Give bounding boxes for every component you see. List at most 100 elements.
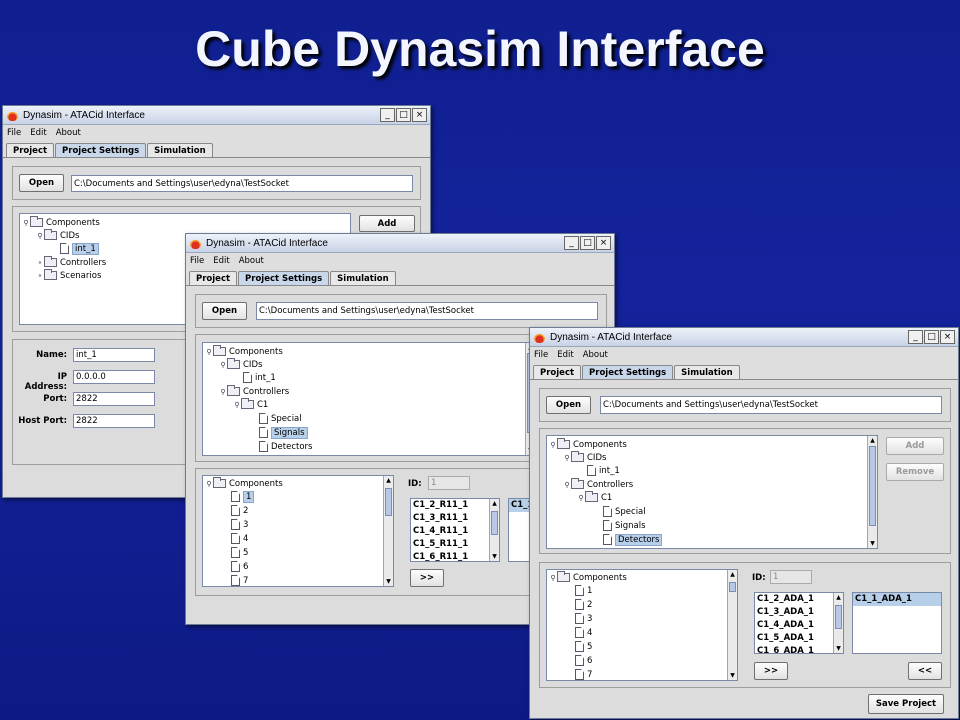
tree-node-controllers[interactable]: ⚲ Controllers <box>219 385 289 398</box>
add-button[interactable]: Add <box>359 215 415 232</box>
scroll-up-icon[interactable]: ▲ <box>868 436 877 445</box>
scroll-up-icon[interactable]: ▲ <box>728 570 737 579</box>
open-button[interactable]: Open <box>202 302 247 320</box>
tree-node-cids[interactable]: ⚲ CIDs <box>219 358 262 371</box>
list-item[interactable]: C1_2_ADA_1 <box>755 593 843 606</box>
tree-node-detectors[interactable]: Detectors <box>603 533 663 546</box>
component-node-1[interactable]: 1 <box>575 584 592 597</box>
tab-project-settings[interactable]: Project Settings <box>238 271 330 285</box>
scroll-down-icon[interactable]: ▼ <box>490 552 499 561</box>
expanded-toggle-icon[interactable]: ⚲ <box>563 454 571 462</box>
host-port-field[interactable]: 2822 <box>73 414 155 428</box>
tree-node-scenarios[interactable]: ⚬ Scenarios <box>36 269 101 282</box>
titlebar[interactable]: Dynasim - ATACid Interface _ □ × <box>186 234 614 253</box>
ip-address-field[interactable]: 0.0.0.0 <box>73 370 155 384</box>
list-scrollbar[interactable]: ▲ ▼ <box>489 499 499 561</box>
minimize-button[interactable]: _ <box>380 108 395 122</box>
scroll-thumb[interactable] <box>491 511 498 535</box>
expanded-toggle-icon[interactable]: ⚲ <box>233 401 241 409</box>
menu-edit[interactable]: Edit <box>213 256 229 266</box>
list-item[interactable]: C1_4_R11_1 <box>411 525 499 538</box>
save-project-button[interactable]: Save Project <box>868 694 944 714</box>
tree-node-c1[interactable]: ⚲ C1 <box>233 398 268 411</box>
maximize-button[interactable]: □ <box>396 108 411 122</box>
component-node-6[interactable]: 6 <box>575 654 592 667</box>
project-path-field[interactable]: C:\Documents and Settings\user\edyna\Tes… <box>71 175 413 192</box>
component-node-4[interactable]: 4 <box>575 626 592 639</box>
tree-node-components[interactable]: ⚲ Components <box>549 571 627 584</box>
expanded-toggle-icon[interactable]: ⚲ <box>219 361 227 369</box>
menu-about[interactable]: About <box>56 128 81 138</box>
open-button[interactable]: Open <box>546 396 591 414</box>
scroll-up-icon[interactable]: ▲ <box>490 499 499 508</box>
list-item[interactable]: C1_5_ADA_1 <box>755 632 843 645</box>
components-list-tree[interactable]: ⚲ Components 1 2 3 4 5 6 7 ▲ ▼ <box>546 569 738 681</box>
expanded-toggle-icon[interactable]: ⚲ <box>205 348 213 356</box>
collapsed-toggle-icon[interactable]: ⚬ <box>36 272 44 280</box>
move-right-button[interactable]: >> <box>754 662 788 680</box>
tree-node-detectors[interactable]: Detectors <box>259 440 312 453</box>
titlebar[interactable]: Dynasim - ATACid Interface _ □ × <box>530 328 958 347</box>
component-node-7[interactable]: 7 <box>231 574 248 586</box>
tree-node-cids[interactable]: ⚲ CIDs <box>36 229 79 242</box>
name-field[interactable]: int_1 <box>73 348 155 362</box>
tree-scrollbar[interactable]: ▲ ▼ <box>727 570 737 680</box>
tab-project-settings[interactable]: Project Settings <box>55 143 147 157</box>
close-button[interactable]: × <box>412 108 427 122</box>
move-left-button[interactable]: << <box>908 662 942 680</box>
menu-about[interactable]: About <box>239 256 264 266</box>
tree-node-components[interactable]: ⚲ Components <box>205 477 283 490</box>
scroll-thumb[interactable] <box>869 446 876 526</box>
project-path-field[interactable]: C:\Documents and Settings\user\edyna\Tes… <box>600 396 942 414</box>
list-scrollbar[interactable]: ▲ ▼ <box>833 593 843 653</box>
maximize-button[interactable]: □ <box>580 236 595 250</box>
tree-node-controllers[interactable]: ⚬ Controllers <box>36 256 106 269</box>
available-list[interactable]: C1_2_ADA_1 C1_3_ADA_1 C1_4_ADA_1 C1_5_AD… <box>754 592 844 654</box>
component-node-3[interactable]: 3 <box>231 518 248 531</box>
scroll-thumb[interactable] <box>835 605 842 629</box>
tree-node-special[interactable]: Special <box>259 412 302 425</box>
list-item[interactable]: C1_3_ADA_1 <box>755 606 843 619</box>
expanded-toggle-icon[interactable]: ⚲ <box>549 441 557 449</box>
tab-simulation[interactable]: Simulation <box>330 271 396 285</box>
expanded-toggle-icon[interactable]: ⚲ <box>563 481 571 489</box>
menu-file[interactable]: File <box>534 350 548 360</box>
expanded-toggle-icon[interactable]: ⚲ <box>36 232 44 240</box>
component-node-2[interactable]: 2 <box>231 504 248 517</box>
menu-about[interactable]: About <box>583 350 608 360</box>
tab-project[interactable]: Project <box>533 365 582 379</box>
menu-edit[interactable]: Edit <box>557 350 573 360</box>
minimize-button[interactable]: _ <box>564 236 579 250</box>
menu-edit[interactable]: Edit <box>30 128 46 138</box>
expanded-toggle-icon[interactable]: ⚲ <box>205 480 213 488</box>
scroll-thumb[interactable] <box>729 582 736 592</box>
tree-node-components[interactable]: ⚲ Components <box>22 216 100 229</box>
remove-button[interactable]: Remove <box>886 463 944 481</box>
menu-file[interactable]: File <box>7 128 21 138</box>
list-item[interactable]: C1_2_R11_1 <box>411 499 499 512</box>
tree-node-controllers[interactable]: ⚲ Controllers <box>563 478 633 491</box>
tree-node-int1[interactable]: int_1 <box>587 464 620 477</box>
tab-simulation[interactable]: Simulation <box>147 143 213 157</box>
menu-file[interactable]: File <box>190 256 204 266</box>
component-node-3[interactable]: 3 <box>575 612 592 625</box>
component-node-5[interactable]: 5 <box>575 640 592 653</box>
list-item[interactable]: C1_4_ADA_1 <box>755 619 843 632</box>
component-node-1[interactable]: 1 <box>231 490 255 503</box>
titlebar[interactable]: Dynasim - ATACid Interface _ □ × <box>3 106 430 125</box>
list-item[interactable]: C1_6_R11_1 <box>411 551 499 561</box>
tree-scrollbar[interactable]: ▲ ▼ <box>867 436 877 548</box>
scroll-down-icon[interactable]: ▼ <box>728 671 737 680</box>
list-item[interactable]: C1_1_ADA_1 <box>853 593 941 606</box>
expanded-toggle-icon[interactable]: ⚲ <box>549 574 557 582</box>
expanded-toggle-icon[interactable]: ⚲ <box>219 388 227 396</box>
expanded-toggle-icon[interactable]: ⚲ <box>577 494 585 502</box>
scroll-thumb[interactable] <box>385 488 392 516</box>
components-list-tree[interactable]: ⚲ Components 1 2 3 4 5 6 7 ▲ ▼ <box>202 475 394 587</box>
tab-simulation[interactable]: Simulation <box>674 365 740 379</box>
collapsed-toggle-icon[interactable]: ⚬ <box>36 259 44 267</box>
tab-project-settings[interactable]: Project Settings <box>582 365 674 379</box>
component-node-5[interactable]: 5 <box>231 546 248 559</box>
close-button[interactable]: × <box>940 330 955 344</box>
tree-node-components[interactable]: ⚲ Components <box>205 345 283 358</box>
